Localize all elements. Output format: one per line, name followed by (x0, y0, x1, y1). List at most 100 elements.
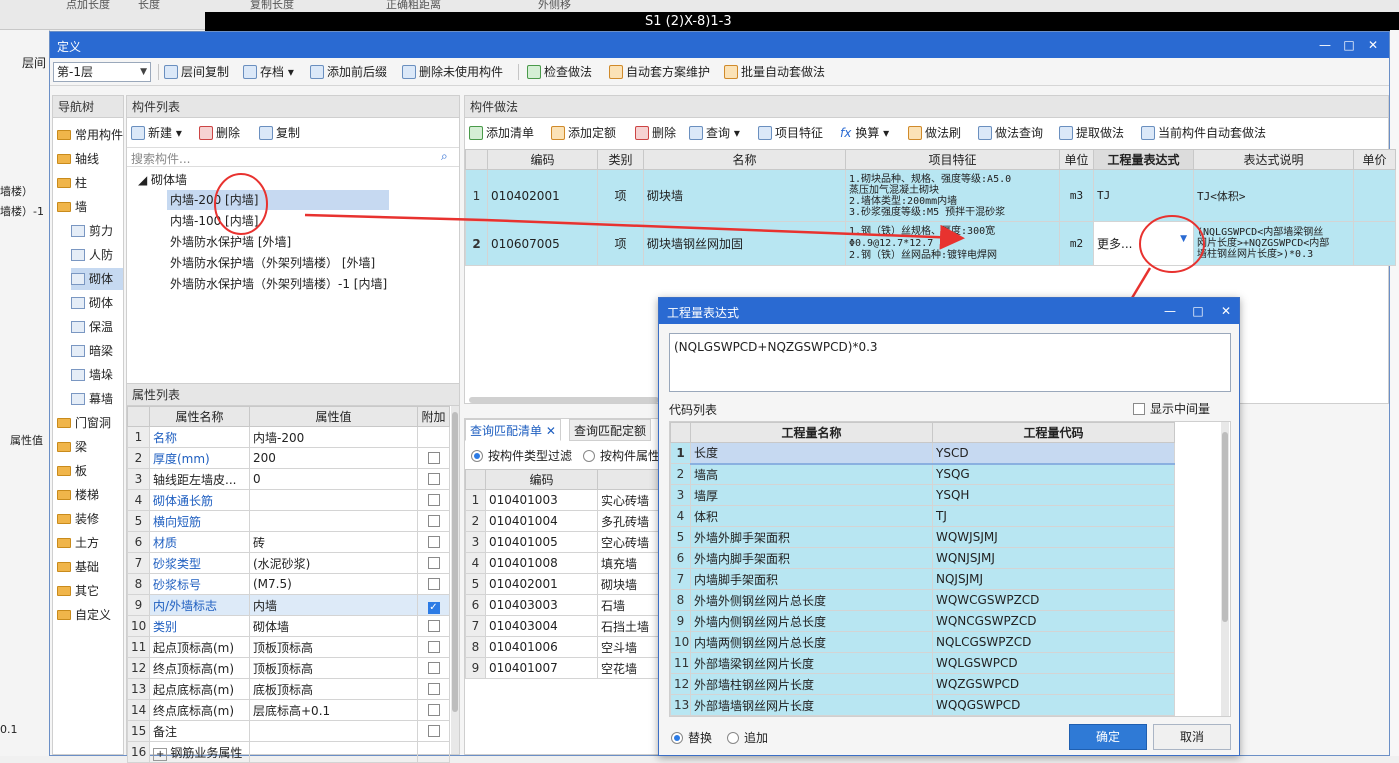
code-name[interactable]: 体积 (690, 505, 933, 527)
property-value[interactable]: (M7.5) (249, 573, 418, 595)
delete-method-button[interactable]: 删除 (635, 124, 676, 142)
checkbox-icon[interactable] (427, 494, 440, 506)
tab-match-quota[interactable]: 查询匹配定额 (569, 419, 652, 441)
match-name[interactable]: 填充墙 (597, 552, 662, 574)
nav-item-axis[interactable]: 轴线 (57, 148, 99, 170)
dialog-maximize-icon[interactable]: □ (1189, 302, 1207, 320)
replace-radio[interactable]: 替换 (671, 729, 712, 746)
property-value[interactable]: 内墙-200 (249, 426, 418, 448)
nav-item-decoration[interactable]: 装修 (57, 508, 99, 530)
property-extra[interactable]: ✓ (417, 594, 450, 616)
tab-match-bill[interactable]: 查询匹配清单 ✕ (465, 419, 561, 441)
code-value[interactable]: WQWCGSWPZCD (932, 589, 1175, 611)
property-extra[interactable] (417, 741, 450, 763)
code-value[interactable]: YSQH (932, 484, 1175, 506)
property-row[interactable]: 5 横向短筋 (127, 510, 450, 532)
checkbox-icon[interactable]: ✓ (427, 601, 440, 614)
property-extra[interactable] (417, 573, 450, 595)
property-row[interactable]: 10 类别 砌体墙 (127, 615, 450, 637)
convert-button[interactable]: fx 换算 ▾ (840, 124, 889, 142)
code-name[interactable]: 外墙外侧钢丝网片总长度 (690, 589, 933, 611)
nav-item-other[interactable]: 其它 (57, 580, 99, 602)
checkbox-icon[interactable] (427, 536, 440, 548)
code-value[interactable]: TJ (932, 505, 1175, 527)
tree-item-inner-100[interactable]: 内墙-100 [内墙] (167, 211, 261, 231)
code-name[interactable]: 外部墙梁钢丝网片长度 (690, 652, 933, 674)
auto-apply-current-button[interactable]: 当前构件自动套做法 (1141, 124, 1266, 142)
tree-item-inner-200[interactable]: 内墙-200 [内墙] (167, 190, 389, 210)
property-value[interactable]: 顶板顶标高 (249, 636, 418, 658)
property-extra[interactable] (417, 531, 450, 553)
method-feature[interactable]: 1.砌块品种、规格、强度等级:A5.0 蒸压加气混凝土砌块 2.墙体类型:200mm… (845, 169, 1060, 222)
property-row[interactable]: 1 名称 内墙-200 (127, 426, 450, 448)
nav-item-earthwork[interactable]: 土方 (57, 532, 99, 554)
property-row[interactable]: 16 + 钢筋业务属性 (127, 741, 450, 763)
floor-copy-button[interactable]: 层间复制 (164, 63, 229, 81)
code-name[interactable]: 长度 (690, 442, 933, 465)
method-feature[interactable]: 1.钢（铁）丝规格、厚度:300宽 Φ0.9@12.7*12.7 2.钢（铁）丝网品… (845, 221, 1060, 266)
property-row[interactable]: 3 轴线距左墙皮... 0 (127, 468, 450, 490)
add-bill-button[interactable]: 添加清单 (469, 124, 534, 142)
match-row[interactable]: 7 010403004 石挡土墙 (465, 615, 662, 637)
match-name[interactable]: 空花墙 (597, 657, 662, 679)
code-row[interactable]: 4 体积 TJ (670, 505, 1175, 527)
query-button[interactable]: 查询 ▾ (689, 124, 740, 142)
match-code[interactable]: 010403004 (485, 615, 598, 637)
code-row[interactable]: 8 外墙外侧钢丝网片总长度 WQWCGSWPZCD (670, 589, 1175, 611)
expression-input[interactable]: (NQLGSWPCD+NQZGSWPCD)*0.3 (669, 333, 1231, 392)
expr-cell-editor[interactable]: 更多... ▼ (1093, 221, 1194, 266)
property-row[interactable]: 7 砂浆类型 (水泥砂浆) (127, 552, 450, 574)
match-code[interactable]: 010401005 (485, 531, 598, 553)
match-code[interactable]: 010401007 (485, 657, 598, 679)
auto-scheme-button[interactable]: 自动套方案维护 (609, 63, 710, 81)
code-value[interactable]: NQJSJMJ (932, 568, 1175, 590)
code-name[interactable]: 外墙内侧钢丝网片总长度 (690, 610, 933, 632)
drawing-canvas[interactable]: S1 (2)X-8)1-3 (205, 12, 1399, 32)
checkbox-icon[interactable] (427, 704, 440, 716)
property-extra[interactable] (417, 447, 450, 469)
property-row[interactable]: 6 材质 砖 (127, 531, 450, 553)
code-value[interactable]: WQQGSWPCD (932, 694, 1175, 716)
property-value[interactable]: 底板顶标高 (249, 678, 418, 700)
code-row[interactable]: 5 外墙外脚手架面积 WQWJSJMJ (670, 526, 1175, 548)
close-icon[interactable]: ✕ (1364, 36, 1382, 54)
add-quota-button[interactable]: 添加定额 (551, 124, 616, 142)
method-brush-button[interactable]: 做法刷 (908, 124, 961, 142)
method-type[interactable]: 项 (597, 221, 644, 266)
match-name[interactable]: 砌块墙 (597, 573, 662, 595)
match-row[interactable]: 1 010401003 实心砖墙 (465, 489, 662, 511)
nav-item-column[interactable]: 柱 (57, 172, 87, 194)
nav-item-hidden-beam[interactable]: 暗梁 (71, 340, 113, 362)
method-type[interactable]: 项 (597, 169, 644, 222)
property-extra[interactable] (417, 615, 450, 637)
new-component-button[interactable]: 新建 ▾ (131, 124, 182, 142)
code-value[interactable]: WQNCGSWPZCD (932, 610, 1175, 632)
property-extra[interactable] (417, 552, 450, 574)
method-unit[interactable]: m3 (1059, 169, 1094, 222)
append-radio[interactable]: 追加 (727, 729, 768, 746)
property-row[interactable]: 15 备注 (127, 720, 450, 742)
match-name[interactable]: 石墙 (597, 594, 662, 616)
match-name[interactable]: 多孔砖墙 (597, 510, 662, 532)
method-name[interactable]: 砌块墙 (643, 169, 846, 222)
property-extra[interactable] (417, 699, 450, 721)
code-row[interactable]: 7 内墙脚手架面积 NQJSJMJ (670, 568, 1175, 590)
match-row[interactable]: 4 010401008 填充墙 (465, 552, 662, 574)
property-extra[interactable] (417, 720, 450, 742)
property-value[interactable]: 内墙 (249, 594, 418, 616)
match-code[interactable]: 010403003 (485, 594, 598, 616)
property-value[interactable]: 层底标高+0.1 (249, 699, 418, 721)
search-icon[interactable]: ⌕ (441, 149, 448, 164)
component-search[interactable]: 搜索构件... ⌕ (127, 147, 459, 167)
checkbox-icon[interactable] (427, 641, 440, 653)
property-extra[interactable] (417, 510, 450, 532)
property-extra[interactable] (417, 636, 450, 658)
method-name[interactable]: 砌块墙钢丝网加固 (643, 221, 846, 266)
code-value[interactable]: YSCD (932, 442, 1175, 465)
code-scroll-thumb[interactable] (1222, 432, 1228, 622)
nav-item-common[interactable]: 常用构件 (57, 124, 123, 146)
property-row[interactable]: 2 厚度(mm) 200 (127, 447, 450, 469)
property-value[interactable]: 0 (249, 468, 418, 490)
method-query-button[interactable]: 做法查询 (978, 124, 1043, 142)
method-price[interactable] (1353, 169, 1396, 222)
